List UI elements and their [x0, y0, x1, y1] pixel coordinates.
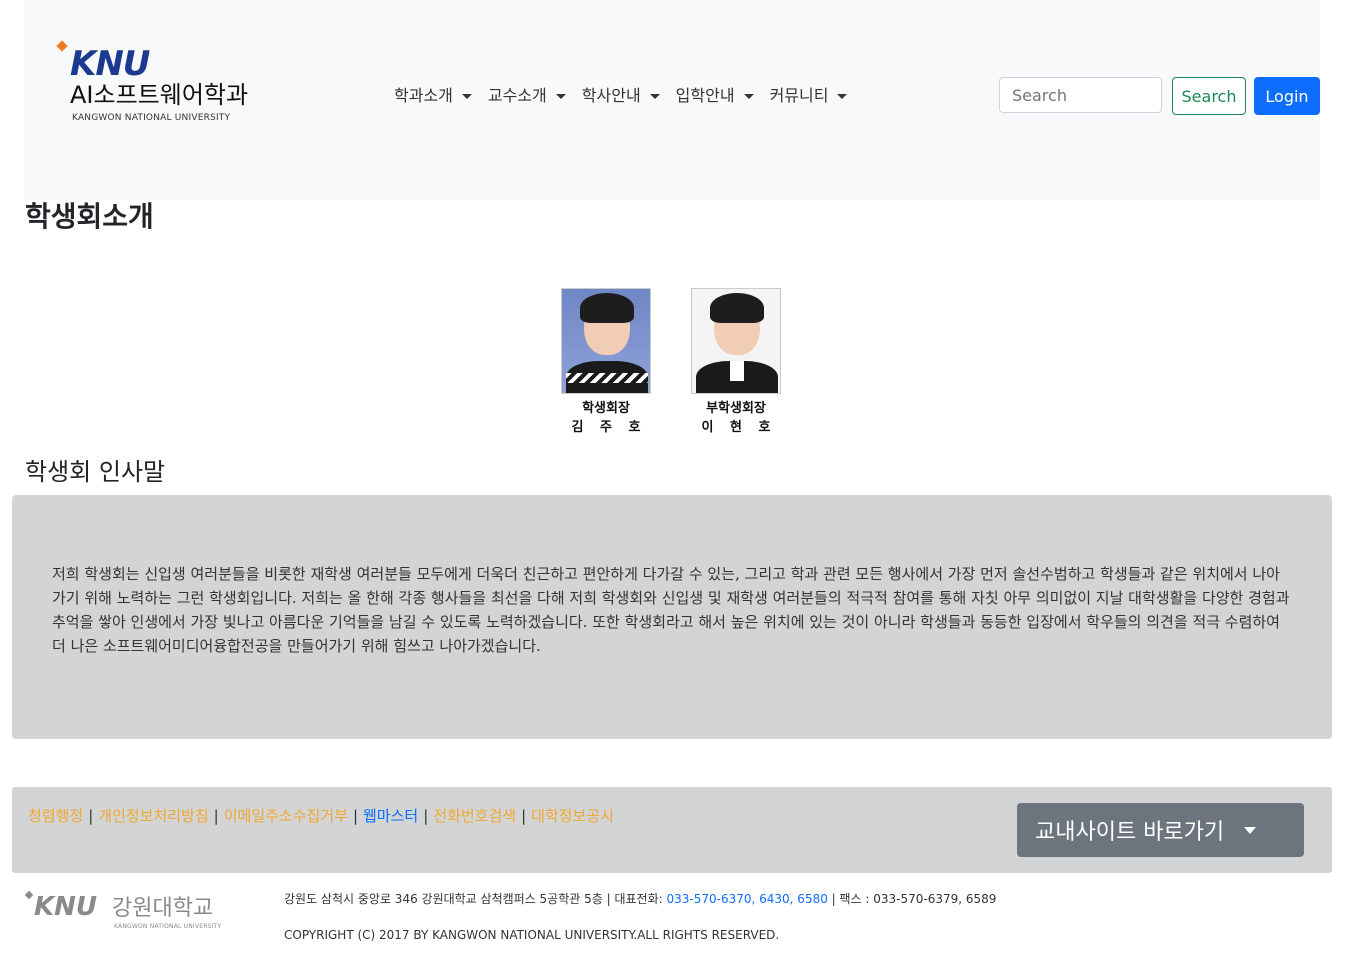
photo-shirt-collar — [730, 361, 744, 381]
member-name: 김 주 호 — [571, 420, 647, 435]
footer-link-list: 청렴행정 | 개인정보처리방침 | 이메일주소수집거부 | 웹마스터 | 전화번호검색 | 대학정보… — [28, 805, 614, 826]
logo-university-name: 강원대학교 — [112, 896, 214, 921]
vice-president-photo — [691, 288, 781, 394]
university-logo: KNU 강원대학교 KANGWON NATIONAL UNIVERSITY — [24, 890, 234, 934]
nav-dept-intro[interactable]: 학과소개 — [386, 82, 480, 110]
nav-admissions[interactable]: 입학안내 — [668, 82, 762, 110]
page-title: 학생회소개 — [25, 200, 154, 233]
footer-link-phone-search[interactable]: 전화번호검색 — [433, 807, 516, 825]
department-logo[interactable]: KNU AI소프트웨어학과 KANGWON NATIONAL UNIVERSIT… — [56, 40, 276, 130]
logo-diamond-mark — [24, 890, 34, 900]
member-card-vice-president: 부학생회장 이 현 호 — [686, 288, 786, 438]
member-role: 학생회장 — [582, 401, 630, 416]
link-separator: | — [213, 807, 219, 825]
nav-label: 커뮤니티 — [769, 86, 829, 105]
photo-sweater-pattern — [566, 373, 648, 383]
nav-professors[interactable]: 교수소개 — [480, 82, 574, 110]
caret-down-icon — [837, 93, 848, 99]
footer-link-email-refusal[interactable]: 이메일주소수집거부 — [224, 807, 348, 825]
greeting-title: 학생회 인사말 — [25, 458, 166, 486]
footer-link-privacy[interactable]: 개인정보처리방침 — [98, 807, 208, 825]
caret-down-icon — [649, 93, 660, 99]
logo-university-subtitle: KANGWON NATIONAL UNIVERSITY — [114, 923, 222, 930]
caret-down-icon — [461, 93, 472, 99]
login-button[interactable]: Login — [1254, 77, 1320, 115]
campus-sites-dropdown[interactable]: 교내사이트 바로가기 — [1017, 803, 1304, 857]
fax-text: | 팩스 : 033-570-6379, 6589 — [827, 892, 997, 906]
nav-community[interactable]: 커뮤니티 — [762, 82, 856, 110]
link-separator: | — [521, 807, 527, 825]
caret-down-icon — [1244, 826, 1257, 834]
logo-university-subtitle: KANGWON NATIONAL UNIVERSITY — [72, 113, 231, 123]
link-separator: | — [88, 807, 94, 825]
nav-label: 학과소개 — [394, 86, 453, 105]
president-photo — [561, 288, 651, 394]
caret-down-icon — [743, 93, 754, 99]
logo-diamond-mark — [56, 40, 68, 52]
dropdown-label: 교내사이트 바로가기 — [1035, 820, 1225, 845]
logo-department-name: AI소프트웨어학과 — [70, 81, 249, 109]
link-separator: | — [423, 807, 429, 825]
greeting-text: 저희 학생회는 신입생 여러분들을 비롯한 재학생 여러분들 모두에게 더욱더 … — [52, 565, 1290, 655]
member-name: 이 현 호 — [701, 420, 777, 435]
search-button[interactable]: Search — [1172, 77, 1246, 115]
main-nav: 학과소개 교수소개 학사안내 입학안내 커뮤니티 — [386, 82, 855, 110]
nav-label: 입학안내 — [675, 86, 735, 105]
footer-link-info-disclosure[interactable]: 대학정보공시 — [531, 807, 614, 825]
address-text: 강원도 삼척시 중앙로 346 강원대학교 삼척캠퍼스 5공학관 5층 | 대표… — [284, 892, 667, 906]
photo-hair — [580, 293, 634, 323]
caret-down-icon — [555, 93, 566, 99]
site-header: KNU AI소프트웨어학과 KANGWON NATIONAL UNIVERSIT… — [24, 0, 1320, 200]
nav-academics[interactable]: 학사안내 — [574, 82, 668, 110]
logo-knu-text: KNU — [34, 892, 98, 922]
logo-knu-text: KNU — [70, 44, 150, 84]
nav-label: 학사안내 — [581, 86, 641, 105]
greeting-panel: 저희 학생회는 신입생 여러분들을 비롯한 재학생 여러분들 모두에게 더욱더 … — [12, 495, 1332, 739]
footer-address: 강원도 삼척시 중앙로 346 강원대학교 삼척캠퍼스 5공학관 5층 | 대표… — [284, 890, 996, 908]
footer-link-integrity[interactable]: 청렴행정 — [28, 807, 83, 825]
photo-hair — [710, 293, 764, 323]
nav-label: 교수소개 — [487, 86, 547, 105]
member-role: 부학생회장 — [706, 401, 766, 416]
footer-link-webmaster[interactable]: 웹마스터 — [363, 807, 418, 825]
link-separator: | — [352, 807, 358, 825]
search-input[interactable] — [999, 77, 1162, 113]
member-card-president: 학생회장 김 주 호 — [556, 288, 656, 438]
footer-links-bar: 청렴행정 | 개인정보처리방침 | 이메일주소수집거부 | 웹마스터 | 전화번호검색 | 대학정보… — [12, 787, 1332, 873]
phone-numbers: 033-570-6370, 6430, 6580 — [666, 892, 828, 906]
copyright-text: COPYRIGHT (C) 2017 BY KANGWON NATIONAL U… — [284, 928, 780, 942]
